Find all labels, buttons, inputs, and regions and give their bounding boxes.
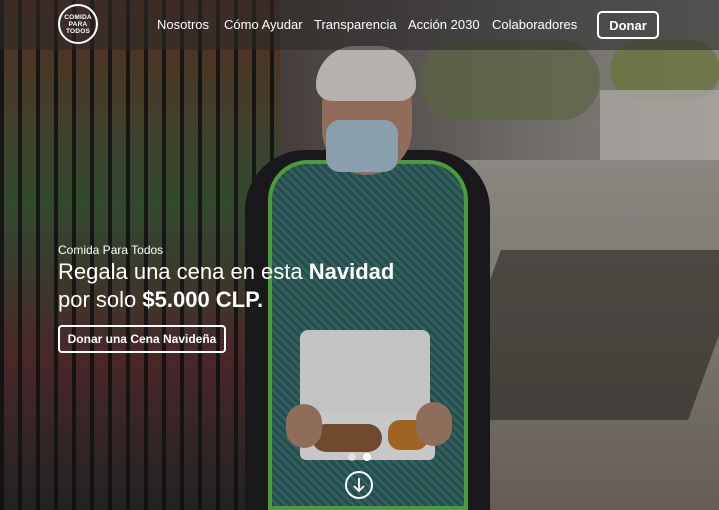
nav-link-nosotros[interactable]: Nosotros (157, 17, 209, 32)
logo[interactable]: COMIDA PARA TODOS (58, 4, 98, 44)
arrow-down-icon (353, 478, 365, 493)
top-navbar: COMIDA PARA TODOS Nosotros Cómo Ayudar T… (0, 0, 719, 50)
scroll-down-button[interactable] (345, 471, 373, 499)
nav-link-transparencia[interactable]: Transparencia (314, 17, 397, 32)
carousel-dot-1[interactable] (348, 453, 356, 461)
headline-text-2: por solo (58, 287, 143, 312)
headline-emphasis-1: Navidad (308, 259, 395, 284)
donate-button[interactable]: Donar (597, 11, 659, 39)
headline-text-1: Regala una cena en esta (58, 259, 309, 284)
hero-headline: Regala una cena en esta Navidad por solo… (58, 258, 438, 314)
hero-section: COMIDA PARA TODOS Nosotros Cómo Ayudar T… (0, 0, 719, 510)
carousel-dot-2[interactable] (363, 453, 371, 461)
donate-dinner-button[interactable]: Donar una Cena Navideña (58, 325, 226, 353)
nav-link-colaboradores[interactable]: Colaboradores (492, 17, 577, 32)
headline-emphasis-2: $5.000 CLP. (142, 287, 264, 312)
logo-text-line-3: TODOS (66, 27, 90, 35)
nav-link-como-ayudar[interactable]: Cómo Ayudar (224, 17, 303, 32)
logo-text-line-1: COMIDA (64, 13, 92, 21)
nav-link-accion-2030[interactable]: Acción 2030 (408, 17, 480, 32)
hero-eyebrow: Comida Para Todos (58, 243, 164, 257)
logo-text-line-2: PARA (68, 20, 88, 28)
